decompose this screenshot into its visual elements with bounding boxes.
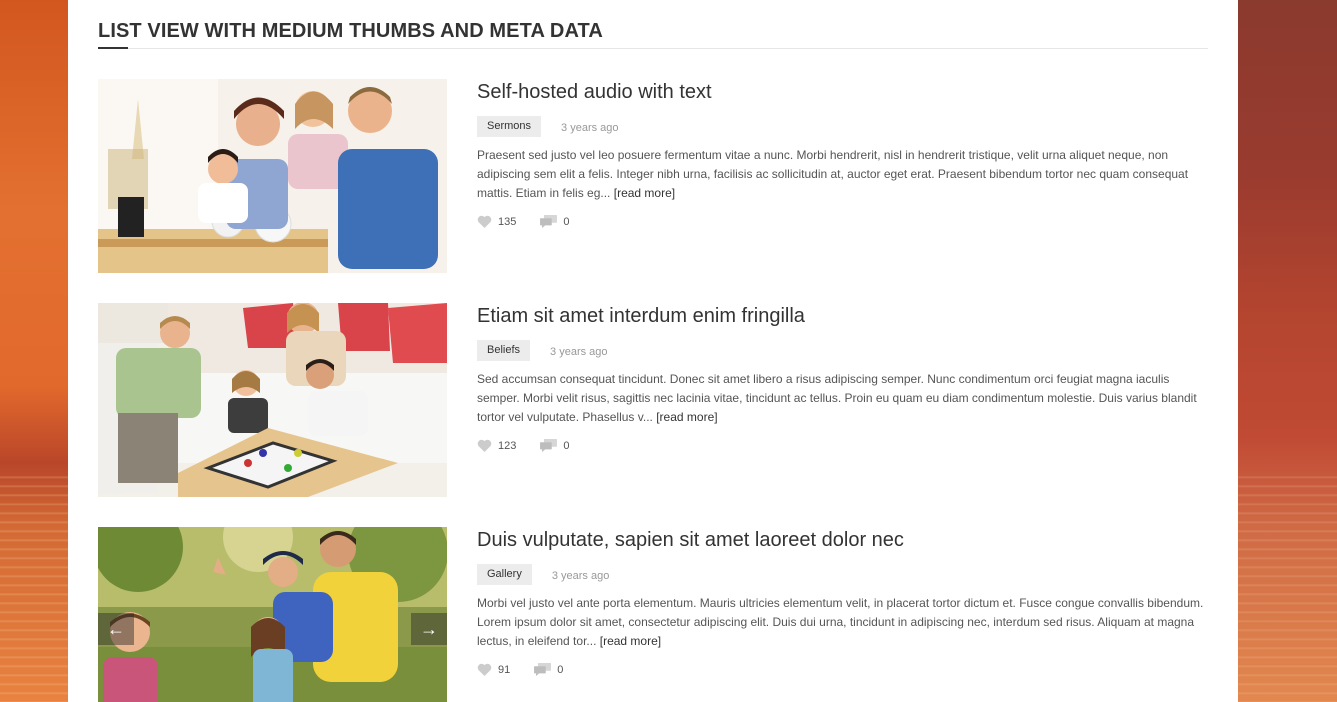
read-more-link[interactable]: [read more] xyxy=(614,186,675,200)
content-panel: LIST VIEW WITH MEDIUM THUMBS AND META DA… xyxy=(68,0,1238,702)
excerpt-text: Praesent sed justo vel leo posuere ferme… xyxy=(477,148,1189,200)
comment-counter[interactable]: 0 xyxy=(540,215,569,228)
post-excerpt: Morbi vel justo vel ante porta elementum… xyxy=(477,594,1208,651)
like-count: 123 xyxy=(498,439,517,452)
category-badge[interactable]: Sermons xyxy=(477,115,542,137)
category-badge[interactable]: Gallery xyxy=(477,563,532,585)
post-meta: Gallery 3 years ago xyxy=(477,563,609,585)
comment-counter[interactable]: 0 xyxy=(534,663,563,676)
post-date: 3 years ago xyxy=(551,570,610,582)
section-title-accent xyxy=(98,47,128,49)
read-more-link[interactable]: [read more] xyxy=(600,634,661,648)
post-meta: Sermons 3 years ago xyxy=(477,115,619,137)
slider-next-button[interactable]: → xyxy=(411,613,447,645)
post-date: 3 years ago xyxy=(550,346,608,358)
post-title[interactable]: Etiam sit amet interdum enim fringilla xyxy=(477,305,805,328)
post-thumbnail-slider[interactable]: ← → xyxy=(98,527,447,702)
heart-icon xyxy=(477,215,492,228)
post-item: Etiam sit amet interdum enim fringilla B… xyxy=(98,303,1208,497)
heart-icon xyxy=(477,439,492,452)
post-thumbnail[interactable] xyxy=(98,79,447,273)
background-left xyxy=(0,0,68,702)
comment-counter[interactable]: 0 xyxy=(540,439,569,452)
comment-count: 0 xyxy=(563,439,570,452)
comment-bubbles-icon xyxy=(534,663,552,676)
comment-count: 0 xyxy=(563,215,570,228)
post-stats: 135 0 xyxy=(477,215,569,228)
post-title[interactable]: Self-hosted audio with text xyxy=(477,81,712,104)
post-stats: 91 0 xyxy=(477,663,563,676)
read-more-link[interactable]: [read more] xyxy=(656,410,717,424)
comment-bubbles-icon xyxy=(540,215,558,228)
post-date: 3 years ago xyxy=(561,122,619,134)
post-thumbnail[interactable] xyxy=(98,303,447,497)
comment-bubbles-icon xyxy=(540,439,558,452)
section-title: LIST VIEW WITH MEDIUM THUMBS AND META DA… xyxy=(98,20,603,42)
section-title-rule xyxy=(98,48,1208,49)
family-park-image xyxy=(98,527,447,702)
background-right xyxy=(1238,0,1337,702)
comment-count: 0 xyxy=(557,663,564,676)
post-item: ← → Duis vulputate, sapien sit amet laor… xyxy=(98,527,1208,702)
excerpt-text: Sed accumsan consequat tincidunt. Donec … xyxy=(477,372,1197,424)
heart-icon xyxy=(477,663,492,676)
category-badge[interactable]: Beliefs xyxy=(477,339,531,361)
post-item: Self-hosted audio with text Sermons 3 ye… xyxy=(98,79,1208,273)
like-counter[interactable]: 91 xyxy=(477,663,510,676)
like-count: 135 xyxy=(498,215,517,228)
post-excerpt: Praesent sed justo vel leo posuere ferme… xyxy=(477,146,1208,203)
like-count: 91 xyxy=(498,663,511,676)
arrow-left-icon: ← xyxy=(107,619,125,639)
arrow-right-icon: → xyxy=(420,619,438,639)
family-breakfast-image xyxy=(98,79,447,273)
post-stats: 123 0 xyxy=(477,439,569,452)
excerpt-text: Morbi vel justo vel ante porta elementum… xyxy=(477,596,1204,648)
post-title[interactable]: Duis vulputate, sapien sit amet laoreet … xyxy=(477,529,904,552)
family-boardgame-image xyxy=(98,303,447,497)
like-counter[interactable]: 123 xyxy=(477,439,516,452)
slider-prev-button[interactable]: ← xyxy=(98,613,134,645)
post-excerpt: Sed accumsan consequat tincidunt. Donec … xyxy=(477,370,1208,427)
like-counter[interactable]: 135 xyxy=(477,215,516,228)
post-meta: Beliefs 3 years ago xyxy=(477,339,608,361)
